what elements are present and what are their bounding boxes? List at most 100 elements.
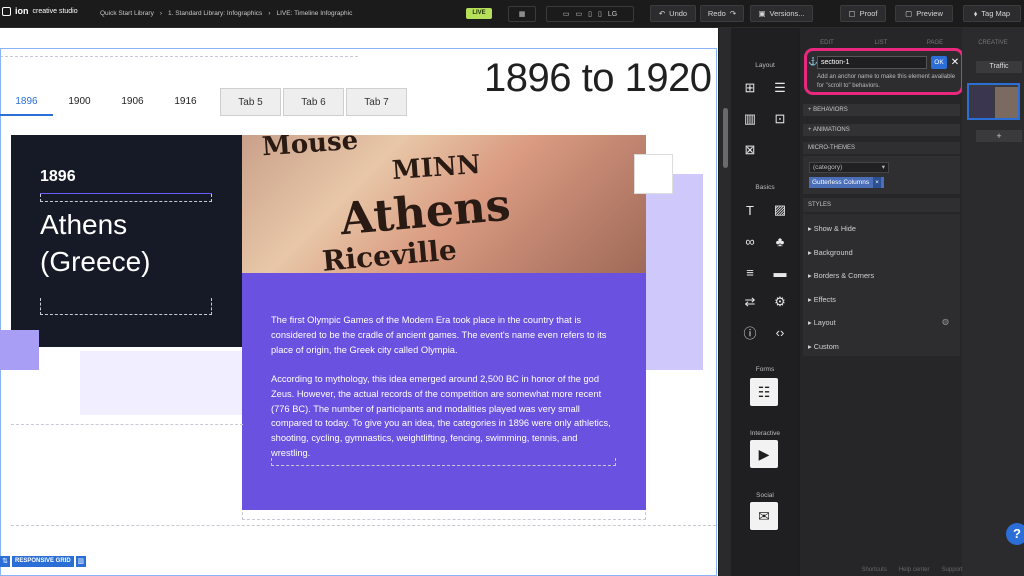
style-label: Custom [813, 342, 839, 351]
tree-widget-icon[interactable]: ♣ [770, 231, 790, 251]
image-placeholder[interactable] [634, 154, 673, 194]
thumb-image [995, 87, 1018, 118]
creative-panel: CREATIVE Traffic + [962, 28, 1024, 576]
breadcrumb-item[interactable]: 1. Standard Library: Infographics [168, 10, 262, 17]
settings-widget-icon[interactable]: ⚙ [770, 292, 790, 312]
breadcrumb-separator: › [268, 10, 271, 17]
anchor-name-input[interactable] [817, 56, 927, 69]
tab-edit[interactable]: EDIT [800, 40, 854, 46]
behaviors-section[interactable]: + BEHAVIORS [803, 104, 960, 116]
style-label: Show & Hide [813, 224, 856, 233]
styles-body [803, 214, 960, 356]
preview-button[interactable]: ▢ Preview [895, 5, 953, 22]
undo-button[interactable]: ↶ Undo [650, 5, 696, 22]
tab-6[interactable]: Tab 6 [283, 88, 344, 116]
close-icon[interactable]: ✕ [949, 56, 961, 69]
versions-button[interactable]: ▣ Versions... [750, 5, 813, 22]
help-center-link[interactable]: Help center [899, 567, 930, 573]
breadcrumb: Quick Start Library › 1. Standard Librar… [100, 10, 352, 17]
chevron-down-icon: ▾ [881, 164, 885, 171]
image-widget-icon[interactable]: ▨ [770, 200, 790, 220]
droplet-icon[interactable]: ◍ [942, 317, 949, 326]
phone-icon[interactable]: ▯ [598, 10, 602, 18]
tag-map-button[interactable]: ⬧ Tag Map [963, 5, 1021, 22]
shuffle-widget-icon[interactable]: ⇄ [740, 292, 760, 312]
laptop-icon[interactable]: ▭ [575, 10, 582, 18]
text-widget-icon[interactable]: T [740, 200, 760, 220]
tab-1900[interactable]: 1900 [53, 88, 106, 116]
tab-1916[interactable]: 1916 [159, 88, 212, 116]
style-label: Background [813, 248, 853, 257]
info-widget-icon[interactable]: ⓘ [740, 322, 760, 342]
style-effects[interactable]: ▸ Effects [808, 295, 836, 304]
breadcrumb-item[interactable]: Quick Start Library [100, 10, 154, 17]
guide-box [40, 194, 212, 202]
versions-label: Versions... [769, 9, 805, 18]
menu-icon[interactable] [2, 6, 11, 16]
canvas-scrollbar[interactable] [719, 28, 731, 576]
columns-widget-icon[interactable]: ▥ [740, 109, 760, 129]
container-widget-icon[interactable]: ⊡ [770, 109, 790, 129]
page-canvas[interactable]: 1896 to 1920 1896 1900 1906 1916 Tab 5 T… [0, 28, 718, 576]
page-title[interactable]: 1896 to 1920 [484, 56, 712, 101]
layout-toggle[interactable]: ▦ [508, 6, 536, 22]
micro-themes-header: MICRO-THEMES [803, 142, 960, 154]
support-link[interactable]: Support [942, 567, 963, 573]
form-widget-icon[interactable]: ☷ [750, 378, 778, 406]
tab-1906[interactable]: 1906 [106, 88, 159, 116]
traffic-button[interactable]: Traffic [976, 61, 1022, 73]
add-page-button[interactable]: + [976, 130, 1022, 142]
style-custom[interactable]: ▸ Custom [808, 342, 839, 351]
comment-widget-icon[interactable]: ✉ [750, 502, 778, 530]
code-widget-icon[interactable]: ‹› [770, 322, 790, 342]
scrollbar-thumb[interactable] [723, 108, 728, 168]
tab-5[interactable]: Tab 5 [220, 88, 281, 116]
rows-widget-icon[interactable]: ☰ [770, 78, 790, 98]
tag-map-label: Tag Map [981, 9, 1011, 18]
proof-button[interactable]: ▢ Proof [840, 5, 886, 22]
trash-icon[interactable]: ▥ [75, 555, 86, 567]
help-button[interactable]: ? [1006, 523, 1024, 545]
thumb-dark [971, 87, 994, 118]
social-label: Social [756, 492, 774, 499]
theme-tag[interactable]: Gutterless Columns × [809, 177, 884, 188]
properties-tabs: EDIT LIST PAGE [800, 40, 962, 46]
tablet-icon[interactable]: ▯ [588, 10, 592, 18]
category-select[interactable]: (category) ▾ [809, 162, 889, 173]
page-thumbnail[interactable] [967, 83, 1020, 120]
grid-icon[interactable]: ⇅ [0, 555, 10, 567]
style-show-hide[interactable]: ▸ Show & Hide [808, 224, 856, 233]
image-grid-widget-icon[interactable]: ⊞ [740, 78, 760, 98]
paragraph[interactable]: According to mythology, this idea emerge… [271, 372, 616, 461]
style-borders[interactable]: ▸ Borders & Corners [808, 271, 874, 280]
decor-block [0, 330, 39, 370]
animations-section[interactable]: + ANIMATIONS [803, 124, 960, 136]
card-year[interactable]: 1896 [40, 168, 76, 186]
divider-widget-icon[interactable]: ▬ [770, 262, 790, 282]
responsive-grid-tag[interactable]: ⇅ RESPONSIVE GRID ▥ [0, 555, 86, 567]
card-city[interactable]: Athens (Greece) [40, 206, 150, 280]
desktop-icon[interactable]: ▭ [563, 10, 570, 18]
shortcuts-link[interactable]: Shortcuts [861, 567, 886, 573]
ok-button[interactable]: OK [931, 56, 947, 69]
popup-widget-icon[interactable]: ⊠ [740, 140, 760, 160]
interactive-label: Interactive [750, 430, 780, 437]
remove-tag-icon[interactable]: × [873, 177, 881, 188]
map-photo[interactable]: Mouse MINN Athens Riceville [242, 135, 646, 273]
video-widget-icon[interactable]: ▶ [750, 440, 778, 468]
paragraph[interactable]: The first Olympic Games of the Modern Er… [271, 313, 616, 357]
app-logo[interactable]: ion creative studio [2, 6, 78, 16]
city-country: (Greece) [40, 246, 151, 277]
tab-page[interactable]: PAGE [908, 40, 962, 46]
tab-1896[interactable]: 1896 [0, 88, 53, 116]
breadcrumb-item[interactable]: LIVE: Timeline Infographic [276, 10, 352, 17]
list-widget-icon[interactable]: ≡ [740, 262, 760, 282]
link-widget-icon[interactable]: ∞ [740, 231, 760, 251]
style-background[interactable]: ▸ Background [808, 248, 853, 257]
tab-7[interactable]: Tab 7 [346, 88, 407, 116]
redo-button[interactable]: Redo ↷ [700, 5, 744, 22]
device-label[interactable]: LG [608, 11, 617, 18]
style-layout[interactable]: ▸ Layout [808, 318, 836, 327]
responsive-grid-label[interactable]: RESPONSIVE GRID [12, 555, 74, 567]
tab-list[interactable]: LIST [854, 40, 908, 46]
